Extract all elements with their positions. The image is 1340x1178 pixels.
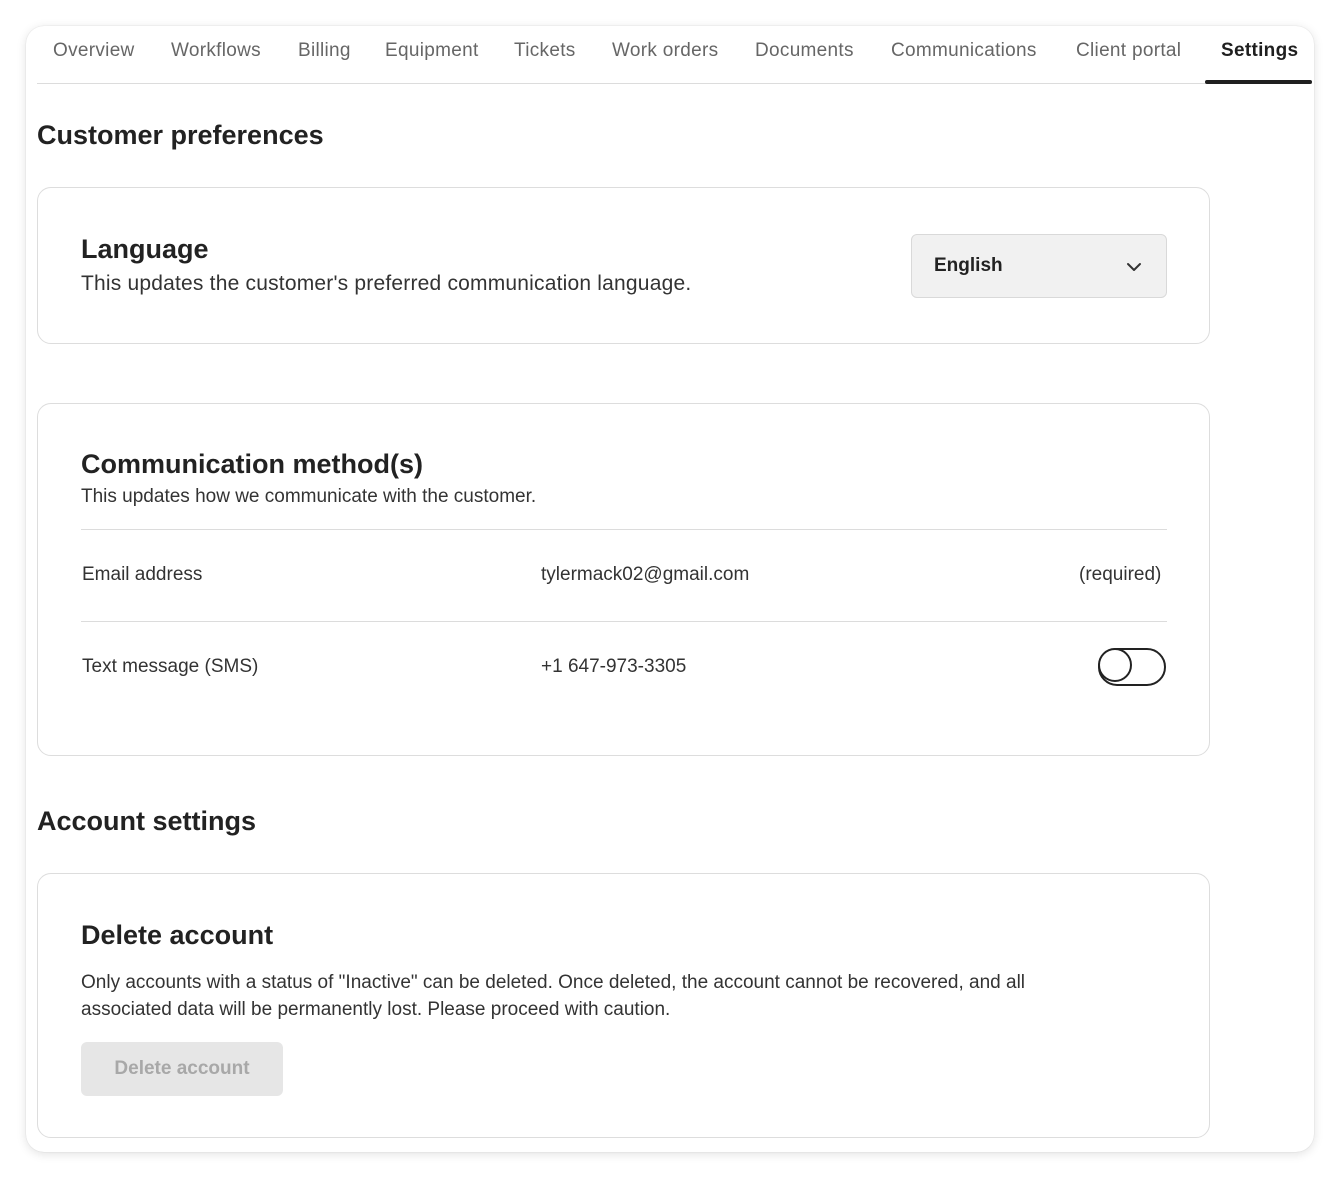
- toggle-knob: [1098, 648, 1132, 682]
- account-settings-heading: Account settings: [37, 806, 257, 836]
- email-label: Email address: [82, 564, 203, 585]
- active-tab-indicator: [1205, 80, 1312, 84]
- communication-title: Communication method(s): [81, 449, 423, 479]
- divider: [81, 621, 1167, 622]
- language-select-value: English: [934, 255, 1003, 276]
- sms-toggle[interactable]: [1098, 648, 1166, 686]
- tab-tickets[interactable]: Tickets: [514, 40, 576, 62]
- delete-account-description-line1: Only accounts with a status of "Inactive…: [81, 972, 1026, 993]
- tab-work-orders[interactable]: Work orders: [612, 40, 718, 62]
- settings-panel: Overview Workflows Billing Equipment Tic…: [26, 26, 1314, 1152]
- sms-value: +1 647-973-3305: [541, 656, 687, 677]
- email-value: tylermack02@gmail.com: [541, 564, 750, 585]
- sms-label: Text message (SMS): [82, 656, 259, 677]
- language-description: This updates the customer's preferred co…: [81, 272, 692, 295]
- tab-communications[interactable]: Communications: [891, 40, 1037, 62]
- communication-description: This updates how we communicate with the…: [81, 486, 537, 507]
- delete-account-card: Delete account Only accounts with a stat…: [37, 873, 1210, 1138]
- tab-billing[interactable]: Billing: [298, 40, 351, 62]
- language-title: Language: [81, 234, 209, 264]
- email-required-note: (required): [1079, 564, 1162, 585]
- language-card: Language This updates the customer's pre…: [37, 187, 1210, 344]
- delete-account-title: Delete account: [81, 920, 274, 950]
- language-select[interactable]: English: [911, 234, 1167, 298]
- divider: [81, 529, 1167, 530]
- tab-overview[interactable]: Overview: [53, 40, 135, 62]
- tab-documents[interactable]: Documents: [755, 40, 854, 62]
- tab-workflows[interactable]: Workflows: [171, 40, 261, 62]
- delete-account-description-line2: associated data will be permanently lost…: [81, 999, 671, 1020]
- tab-client-portal[interactable]: Client portal: [1076, 40, 1181, 62]
- chevron-down-icon: [1127, 263, 1141, 271]
- delete-account-button[interactable]: Delete account: [81, 1042, 283, 1096]
- tab-bar: Overview Workflows Billing Equipment Tic…: [37, 26, 1312, 84]
- customer-preferences-heading: Customer preferences: [37, 120, 324, 150]
- tab-equipment[interactable]: Equipment: [385, 40, 479, 62]
- communication-card: Communication method(s) This updates how…: [37, 403, 1210, 756]
- tab-settings[interactable]: Settings: [1221, 40, 1298, 62]
